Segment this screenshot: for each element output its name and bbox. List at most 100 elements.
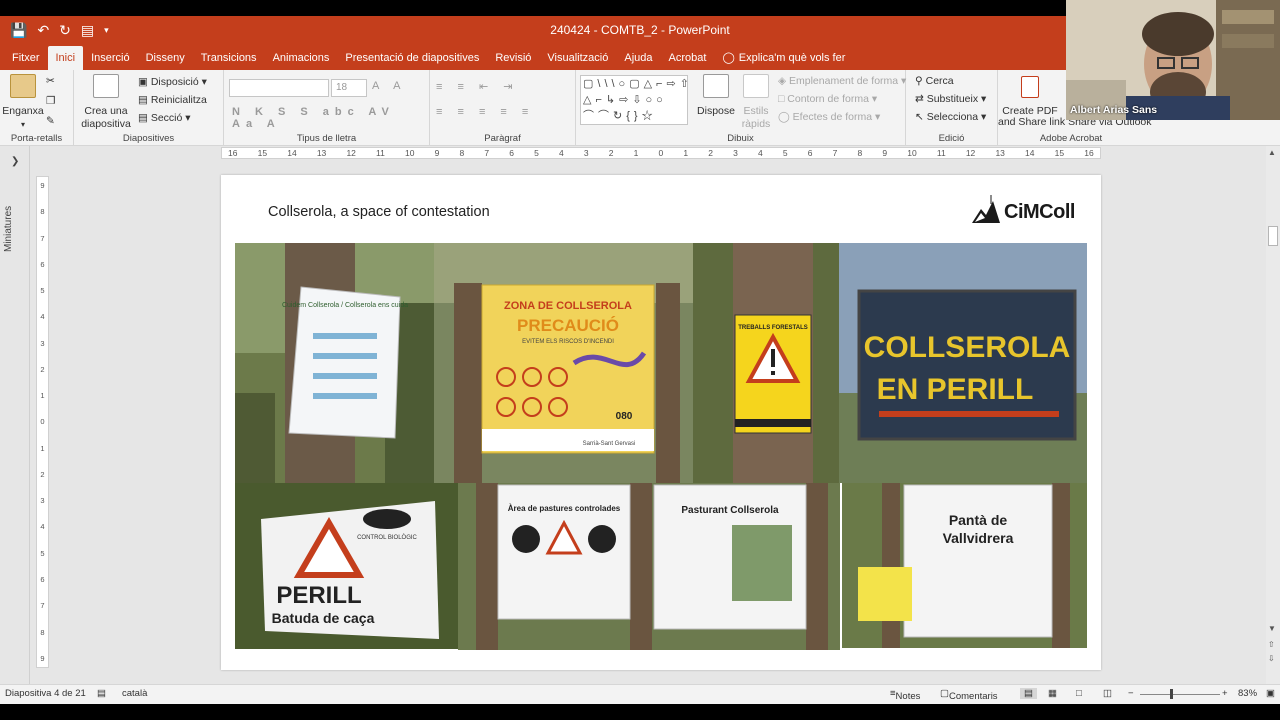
new-slide-button[interactable]: Crea una diapositiva — [76, 74, 136, 131]
slide-title[interactable]: Collserola, a space of contestation — [268, 204, 490, 220]
new-slide-icon — [93, 74, 119, 98]
cimcoll-logo-mark — [972, 195, 1000, 223]
photo2-sign-top: ZONA DE COLLSEROLA — [504, 300, 632, 312]
quick-styles-button[interactable]: Estils ràpids — [736, 74, 776, 131]
ruler-tick: 6 — [40, 259, 45, 269]
group-label-drawing: Dibuix — [727, 133, 754, 144]
ruler-tick: 13 — [316, 148, 327, 158]
shape-effects-button[interactable]: ◯ Efectes de forma ▾ — [778, 110, 880, 124]
font-name-box[interactable] — [229, 79, 329, 97]
shape-fill-label: Emplenament de forma — [789, 75, 899, 87]
find-label: Cerca — [925, 75, 954, 87]
vertical-ruler: 9 8 7 6 5 4 3 2 1 0 1 2 3 4 5 6 7 8 9 — [36, 176, 49, 668]
font-grow-shrink-icons[interactable]: A A — [372, 80, 407, 92]
shapes-gallery[interactable]: ▢\\\○▢△⌐⇨⇧ △⌐↳⇨⇩○○ ⌒⌒↻{}☆ — [580, 75, 689, 125]
scroll-up-icon[interactable]: ▲ — [1268, 148, 1276, 157]
ruler-tick: 15 — [1054, 148, 1065, 158]
photo4-sign-line2: EN PERILL — [877, 373, 1034, 406]
select-button[interactable]: ↖ Selecciona ▾ — [915, 110, 986, 124]
new-slide-label-1: Crea una — [84, 105, 128, 117]
spellcheck-icon[interactable]: ▤ — [97, 688, 106, 699]
photo2-sign-sub: EVITEM ELS RISCOS D'INCENDI — [522, 339, 614, 345]
format-painter-icon[interactable]: ✎ — [46, 114, 55, 128]
section-button[interactable]: ▤ Secció ▾ — [138, 111, 191, 125]
create-pdf-button[interactable]: Create PDF — [998, 76, 1062, 118]
normal-view-icon[interactable]: ▤ — [1020, 688, 1037, 699]
tab-fitxer[interactable]: Fitxer — [4, 46, 48, 70]
ruler-tick: 7 — [832, 148, 838, 158]
prev-slide-icon[interactable]: ⇧ — [1268, 640, 1275, 649]
zoom-level[interactable]: 83% — [1238, 688, 1257, 699]
expand-pane-icon[interactable]: ❯ — [11, 156, 19, 167]
font-size-box[interactable]: 18 — [331, 79, 367, 97]
quick-styles-icon — [743, 74, 769, 98]
copy-icon[interactable]: ❐ — [46, 94, 55, 108]
tab-transicions[interactable]: Transicions — [193, 46, 265, 70]
comments-button[interactable]: ▢ Comentaris — [940, 688, 998, 702]
tab-visualitzacio[interactable]: Visualització — [539, 46, 616, 70]
tab-inici[interactable]: Inici — [47, 46, 84, 70]
photo-collserola-en-perill[interactable]: COLLSEROLA EN PERILL — [839, 243, 1087, 483]
list-icons[interactable]: ≡ ≡ ⇤ ⇥ — [436, 80, 518, 93]
photo5-sign-sub: Batuda de caça — [272, 610, 375, 626]
shape-outline-button[interactable]: □ Contorn de forma ▾ — [778, 92, 877, 106]
photo-perill-batuda-de-caca[interactable]: CONTROL BIOLÒGIC PERILL Batuda de caça — [235, 483, 458, 649]
tab-revisio[interactable]: Revisió — [487, 46, 539, 70]
zoom-out-icon[interactable]: − — [1128, 688, 1134, 699]
slide-info: Diapositiva 4 de 21 — [5, 688, 86, 699]
cut-icon[interactable]: ✂ — [46, 74, 55, 88]
photo-cuidem-collserola[interactable]: Cuidem Collserola / Collserola ens cuida — [235, 243, 434, 483]
photo6-sign-title: Àrea de pastures controlades — [508, 504, 621, 513]
reset-label: Reinicialitza — [150, 94, 207, 106]
ruler-tick: 6 — [40, 574, 45, 584]
photo-pastures-boards[interactable]: Àrea de pastures controlades Pasturant C… — [458, 483, 840, 650]
zoom-slider-thumb[interactable] — [1170, 689, 1173, 699]
scroll-down-icon[interactable]: ▼ — [1268, 624, 1276, 633]
tell-me-search[interactable]: ◯ Explica'm què vols fer — [714, 46, 853, 70]
zoom-in-icon[interactable]: + — [1222, 688, 1228, 699]
photo-zona-collserola-precaucio[interactable]: ZONA DE COLLSEROLA PRECAUCIÓ EVITEM ELS … — [434, 243, 693, 483]
tab-insercio[interactable]: Inserció — [83, 46, 138, 70]
photo-treballs-forestals[interactable]: TREBALLS FORESTALS — [693, 243, 839, 483]
ruler-tick: 11 — [376, 148, 385, 158]
notes-button[interactable]: ≡ Notes — [890, 688, 920, 702]
photo5-sign-text: CONTROL BIOLÒGIC — [357, 534, 417, 541]
zoom-slider[interactable] — [1140, 694, 1220, 695]
photo1-sign-text: Cuidem Collserola / Collserola ens cuida — [282, 302, 408, 309]
ruler-tick: 2 — [40, 364, 45, 374]
tab-ajuda[interactable]: Ajuda — [616, 46, 660, 70]
scroll-thumb[interactable] — [1268, 226, 1278, 246]
fit-to-window-icon[interactable]: ▣ — [1266, 688, 1275, 699]
ruler-tick: 5 — [40, 548, 45, 558]
font-size-value: 18 — [336, 82, 348, 93]
ruler-tick: 4 — [40, 312, 45, 322]
replace-label: Substitueix — [926, 93, 979, 105]
font-style-icons[interactable]: N K S S abc AV Aa A — [232, 106, 429, 130]
tab-disseny[interactable]: Disseny — [138, 46, 193, 70]
layout-button[interactable]: ▣ Disposició ▾ — [138, 75, 207, 89]
group-label-editing: Edició — [938, 133, 965, 144]
ruler-tick: 7 — [484, 148, 490, 158]
slideshow-icon[interactable]: ◫ — [1103, 688, 1112, 699]
thumbnails-label[interactable]: Miniatures — [3, 184, 23, 274]
reset-button[interactable]: ▤ Reinicialitza — [138, 93, 207, 107]
slide-canvas[interactable]: Collserola, a space of contestation CiMC… — [221, 175, 1101, 670]
ruler-tick: 2 — [608, 148, 614, 158]
tab-animacions[interactable]: Animacions — [265, 46, 338, 70]
reading-view-icon[interactable]: □ — [1076, 688, 1082, 699]
slide-sorter-icon[interactable]: ▦ — [1048, 688, 1057, 699]
tab-acrobat[interactable]: Acrobat — [661, 46, 715, 70]
notes-label: Notes — [895, 691, 921, 702]
find-button[interactable]: ⚲ Cerca — [915, 74, 954, 88]
replace-button[interactable]: ⇄ Substitueix ▾ — [915, 92, 986, 106]
arrange-button[interactable]: Dispose — [692, 74, 740, 118]
tab-presentacio[interactable]: Presentació de diapositives — [337, 46, 487, 70]
paste-button[interactable]: Enganxa ▾ — [2, 74, 44, 131]
photo-panta-de-vallvidrera[interactable]: Pantà de Vallvidrera — [842, 483, 1087, 648]
vertical-scrollbar[interactable]: ▲ ▼ ⇧ ⇩ — [1266, 146, 1280, 684]
next-slide-icon[interactable]: ⇩ — [1268, 654, 1275, 663]
ruler-tick: 5 — [782, 148, 788, 158]
align-icons[interactable]: ≡ ≡ ≡ ≡ ≡ — [436, 106, 534, 118]
language-indicator[interactable]: català — [122, 688, 147, 699]
shape-fill-button[interactable]: ◈ Emplenament de forma ▾ — [778, 74, 906, 88]
